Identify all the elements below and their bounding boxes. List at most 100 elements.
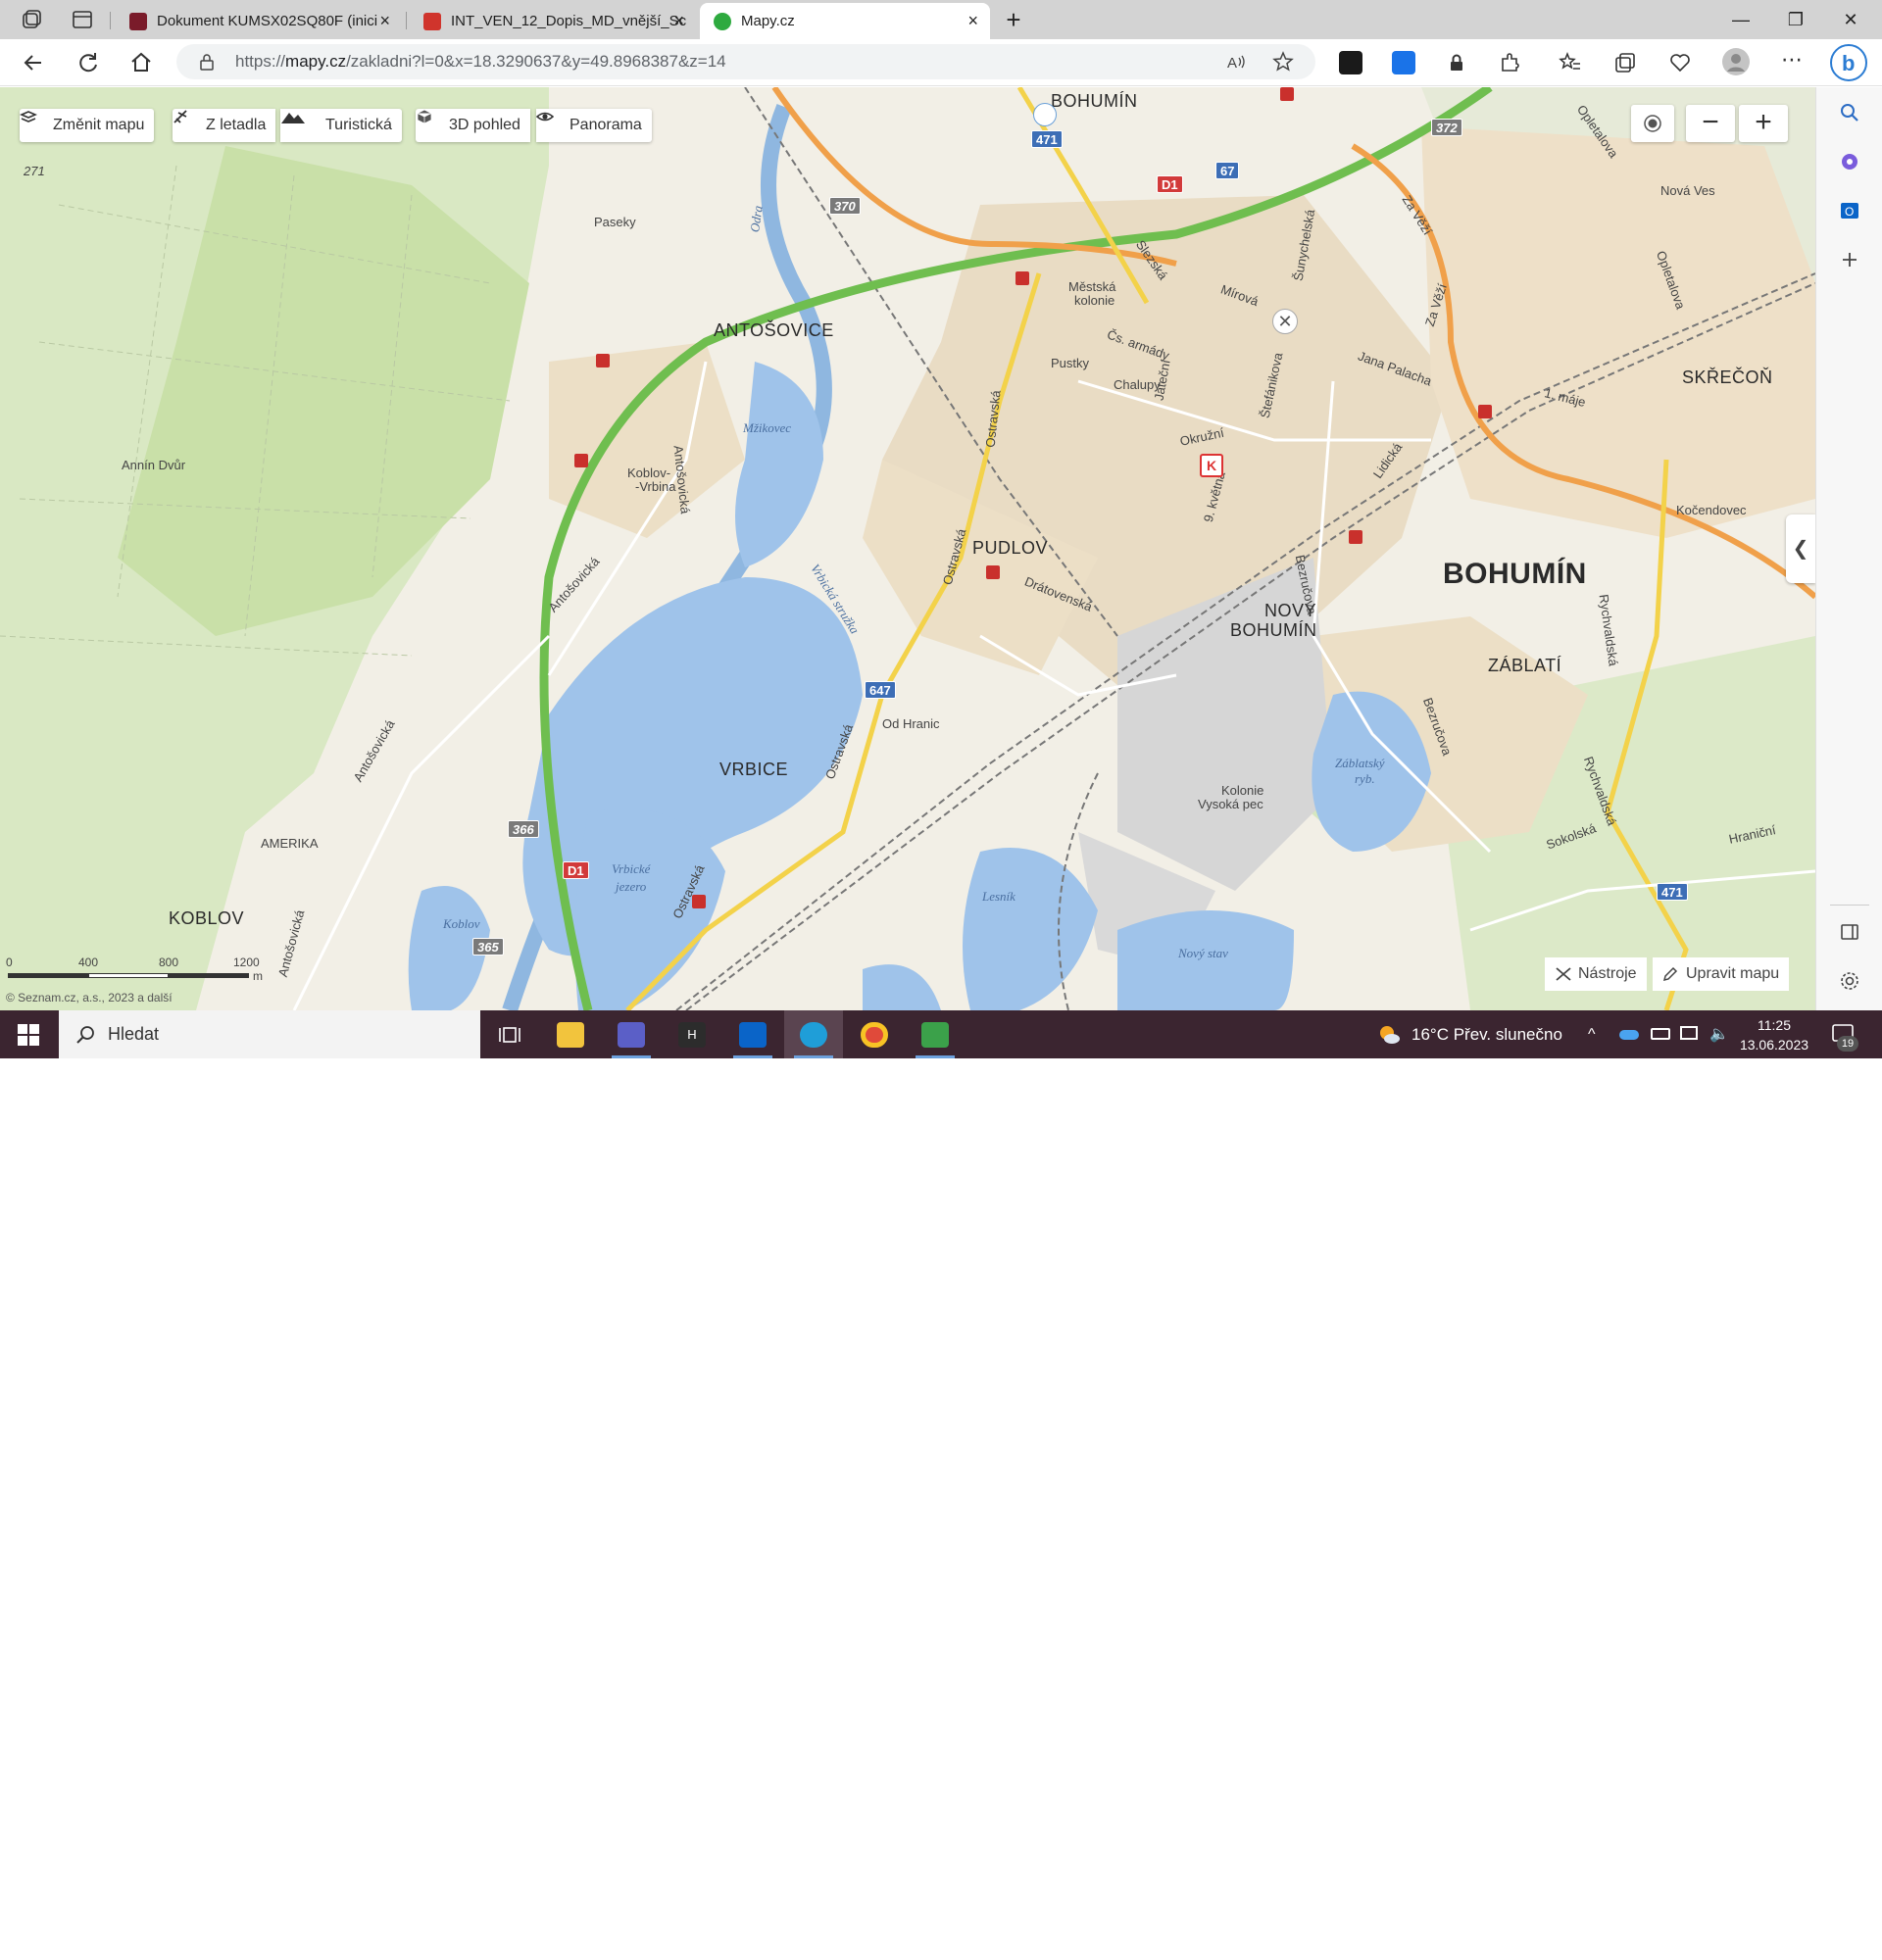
bing-copilot-icon[interactable]: b — [1829, 43, 1868, 82]
running-indicator — [612, 1055, 651, 1058]
3d-view-button[interactable]: 3D pohled — [416, 109, 530, 142]
airplane-icon — [173, 110, 187, 123]
change-map-label: Změnit mapu — [53, 117, 145, 133]
lake — [863, 964, 941, 1010]
add-icon[interactable] — [1838, 248, 1861, 271]
network-icon[interactable] — [1680, 1026, 1698, 1040]
taskbar-teams[interactable] — [602, 1010, 661, 1058]
favorites-icon[interactable] — [1559, 51, 1582, 74]
password-lock-icon[interactable] — [1445, 51, 1468, 74]
app-logo-icon — [129, 13, 147, 30]
change-map-button[interactable]: Změnit mapu — [20, 109, 155, 142]
copilot-icon[interactable] — [1838, 150, 1861, 173]
road-shield-370: 370 — [829, 197, 861, 215]
tools-button[interactable]: Nástroje — [1545, 957, 1647, 991]
poi-crossed-tools-icon[interactable]: ✕ — [1272, 309, 1298, 334]
poi-fuel-icon[interactable] — [1478, 405, 1492, 418]
teams-icon — [618, 1022, 645, 1048]
zoom-out-button[interactable]: − — [1686, 105, 1735, 142]
minimize-button[interactable]: — — [1713, 0, 1768, 39]
running-indicator — [916, 1055, 955, 1058]
close-tab-icon[interactable]: × — [967, 3, 978, 39]
elevation-label: 271 — [24, 164, 45, 178]
fa-extension-icon[interactable] — [1392, 51, 1415, 74]
onedrive-icon[interactable] — [1619, 1030, 1639, 1040]
pencil-icon — [1662, 966, 1678, 982]
pdf-icon — [423, 13, 441, 30]
back-icon[interactable] — [20, 49, 47, 76]
show-hidden-icons-icon[interactable]: ^ — [1588, 1010, 1596, 1058]
poi-fuel-icon[interactable] — [986, 565, 1000, 579]
collections-icon[interactable] — [1613, 51, 1637, 74]
poi-fuel-icon[interactable] — [1349, 530, 1362, 544]
poi-fuel-icon[interactable] — [574, 454, 588, 467]
screen: Dokument KUMSX02SQ80F (inici × INT_VEN_1… — [0, 0, 1882, 1058]
map-copyright[interactable]: © Seznam.cz, a.s., 2023 a další — [6, 991, 173, 1004]
lake-label-zablatsky-2: ryb. — [1355, 771, 1375, 786]
new-tab-button[interactable]: + — [990, 0, 1037, 39]
settings-more-icon[interactable]: ⋯ — [1780, 49, 1804, 74]
taskbar-clock[interactable]: 11:25 13.06.2023 — [1735, 1015, 1813, 1054]
browser-essentials-icon[interactable] — [1668, 51, 1692, 74]
collapse-panel-button[interactable]: ❮ — [1786, 514, 1815, 583]
scale-bar-segment — [88, 973, 169, 978]
close-tab-icon[interactable]: × — [379, 3, 390, 39]
tab-dokument[interactable]: Dokument KUMSX02SQ80F (inici × — [116, 3, 402, 39]
poi-fuel-icon[interactable] — [1015, 271, 1029, 285]
weather-sun-cloud-icon[interactable] — [1376, 1022, 1402, 1048]
map-graphics — [0, 87, 1815, 1010]
favorite-star-icon[interactable] — [1272, 51, 1294, 73]
profile-avatar-icon[interactable] — [1721, 47, 1751, 76]
taskbar-outlook[interactable] — [723, 1010, 782, 1058]
weather-text[interactable]: 16°C Přev. slunečno — [1412, 1010, 1562, 1058]
tab-actions-icon[interactable] — [71, 8, 94, 31]
map-canvas[interactable]: Změnit mapu Z letadla Turistická 3D pohl… — [0, 87, 1815, 1010]
zoom-in-button[interactable]: + — [1739, 105, 1788, 142]
grammar-extension-icon[interactable] — [1339, 51, 1362, 74]
search-icon[interactable] — [1838, 101, 1861, 124]
split-screen-icon[interactable] — [1838, 920, 1861, 944]
poi-fuel-icon[interactable] — [692, 895, 706, 908]
workspaces-icon[interactable] — [20, 8, 43, 31]
extensions-puzzle-icon[interactable] — [1498, 51, 1521, 74]
tab-mapy[interactable]: Mapy.cz × — [700, 3, 990, 39]
aerial-map-button[interactable]: Z letadla — [173, 109, 276, 142]
edit-map-label: Upravit mapu — [1686, 965, 1780, 982]
taskbar-search-input[interactable]: Hledat — [59, 1010, 480, 1058]
close-window-button[interactable]: ✕ — [1823, 0, 1878, 39]
tourist-map-button[interactable]: Turistická — [280, 109, 402, 142]
poi-bicycle-icon[interactable] — [1033, 103, 1057, 126]
task-view-button[interactable] — [480, 1010, 539, 1058]
place-label-paseky: Paseky — [594, 215, 636, 229]
refresh-icon[interactable] — [74, 49, 102, 76]
windows-start-icon[interactable] — [18, 1024, 39, 1046]
taskbar-edge[interactable] — [784, 1010, 843, 1058]
running-indicator — [794, 1055, 833, 1058]
panorama-label: Panorama — [570, 117, 642, 133]
locate-me-button[interactable] — [1631, 105, 1674, 142]
url-field[interactable]: https://mapy.cz/zakladni?l=0&x=18.329063… — [176, 44, 1315, 79]
panorama-button[interactable]: Panorama — [536, 109, 652, 142]
volume-icon[interactable]: 🔈 — [1709, 1010, 1729, 1058]
restore-button[interactable]: ❐ — [1768, 0, 1823, 39]
taskbar-chrome[interactable] — [845, 1010, 904, 1058]
poi-fuel-icon[interactable] — [596, 354, 610, 368]
lock-icon[interactable] — [198, 53, 216, 71]
close-tab-icon[interactable]: × — [673, 3, 684, 39]
outlook-icon — [739, 1022, 767, 1048]
tab-pdf[interactable]: INT_VEN_12_Dopis_MD_vnější_Sc × — [410, 3, 696, 39]
read-aloud-icon[interactable]: A — [1225, 52, 1247, 72]
taskbar-app-h[interactable]: H — [663, 1010, 721, 1058]
home-icon[interactable] — [127, 49, 155, 76]
battery-icon[interactable] — [1651, 1028, 1670, 1040]
taskbar-file-explorer[interactable] — [541, 1010, 600, 1058]
poi-fuel-icon[interactable] — [1280, 87, 1294, 101]
scale-bar-segment — [169, 973, 249, 978]
taskbar-app-check[interactable] — [906, 1010, 965, 1058]
poi-kaufland-icon[interactable]: K — [1200, 454, 1223, 477]
gear-icon[interactable] — [1838, 969, 1861, 993]
outlook-icon[interactable]: O — [1838, 199, 1861, 222]
edit-map-button[interactable]: Upravit mapu — [1653, 957, 1790, 991]
scale-bar-segment — [8, 973, 88, 978]
place-label-nova-ves: Nová Ves — [1660, 183, 1715, 198]
